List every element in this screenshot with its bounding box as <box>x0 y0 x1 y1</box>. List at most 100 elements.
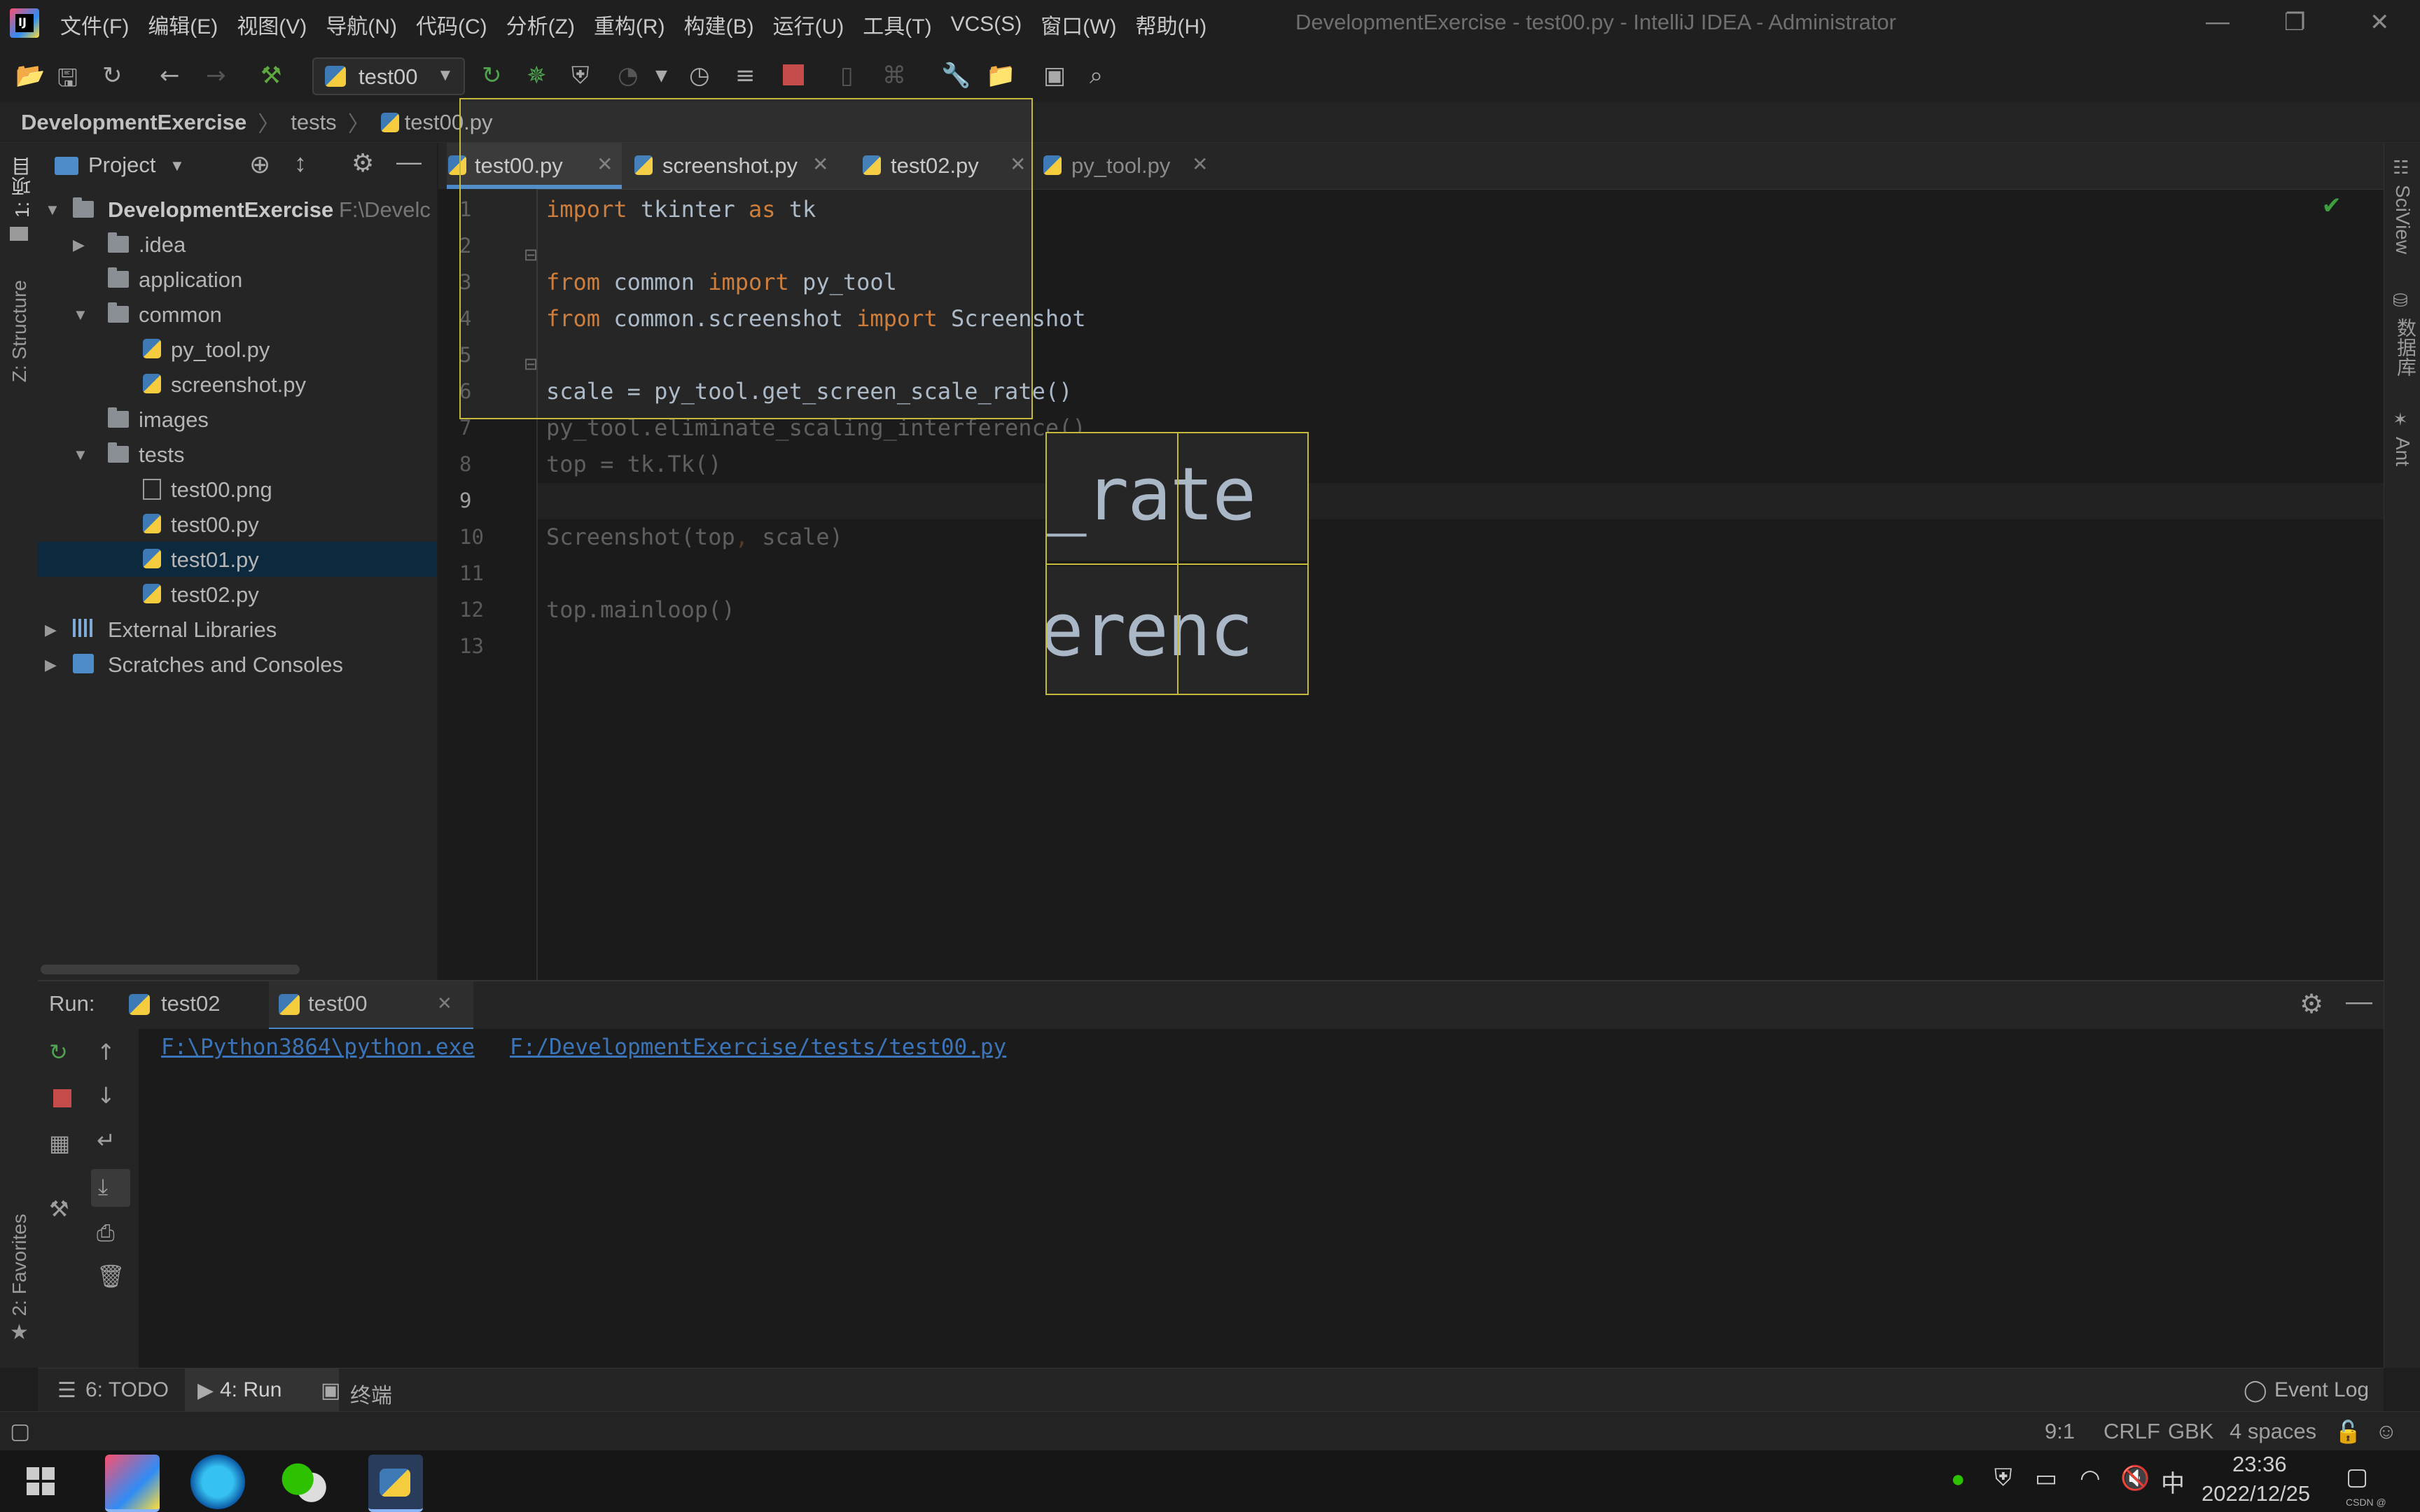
screenshot-selection-rectangle[interactable] <box>459 98 1033 419</box>
scroll-to-end-toggle[interactable]: ⤓ <box>91 1169 130 1207</box>
tree-item-root[interactable]: ▼ DevelopmentExercise F:\Develc <box>38 192 437 227</box>
device-icon[interactable]: ▯ <box>840 62 854 90</box>
soft-wrap-icon[interactable]: ↵ <box>97 1127 116 1154</box>
menu-code[interactable]: 代码(C) <box>416 9 487 40</box>
toggle-tool-windows-icon[interactable]: ▢ <box>10 1419 30 1444</box>
menu-window[interactable]: 窗口(W) <box>1041 9 1116 40</box>
console-script-link[interactable]: F:/DevelopmentExercise/tests/test00.py <box>510 1035 1006 1060</box>
tree-item-idea[interactable]: ▶ .idea <box>38 227 437 262</box>
gear-icon[interactable]: ⚙ <box>352 148 374 178</box>
sciview-tool-tab[interactable]: SciView <box>2391 185 2414 254</box>
concurrency-icon[interactable]: ◷ <box>689 62 710 90</box>
layout-icon[interactable]: ▦ <box>49 1130 70 1156</box>
project-structure-icon[interactable]: 📁 <box>986 62 1015 90</box>
project-tool-tab[interactable]: 1: 项目 <box>8 157 36 218</box>
menu-vcs[interactable]: VCS(S) <box>951 13 1022 36</box>
tree-item-test02-py[interactable]: test02.py <box>38 577 437 612</box>
menu-build[interactable]: 构建(B) <box>684 9 754 40</box>
rerun-icon[interactable]: ↻ <box>482 62 502 90</box>
ant-tool-tab[interactable]: Ant <box>2391 437 2414 466</box>
coverage-shield-icon[interactable]: ⛨ <box>571 62 590 90</box>
project-view-label[interactable]: Project <box>88 153 155 178</box>
forward-icon[interactable]: → <box>206 62 226 90</box>
battery-icon[interactable]: ▭ <box>2035 1464 2057 1492</box>
python-app-taskbar-icon[interactable] <box>368 1455 423 1512</box>
windows-start-icon[interactable] <box>27 1467 55 1495</box>
line-separator[interactable]: CRLF <box>2103 1419 2160 1444</box>
breadcrumb-project[interactable]: DevelopmentExercise <box>21 110 246 135</box>
tree-item-scratches[interactable]: ▶ Scratches and Consoles <box>38 647 437 682</box>
wifi-icon[interactable]: ◠ <box>2080 1464 2101 1492</box>
tree-item-external-libraries[interactable]: ▶ External Libraries <box>38 612 437 647</box>
security-shield-icon[interactable]: ⛨ <box>1994 1464 2012 1492</box>
tree-item-test00-py[interactable]: test00.py <box>38 507 437 542</box>
notification-icon[interactable]: ▢ <box>2346 1463 2368 1491</box>
hide-panel-icon[interactable]: — <box>396 147 422 176</box>
expand-arrow-icon[interactable]: ▼ <box>73 306 88 324</box>
menu-tools[interactable]: 工具(T) <box>863 9 931 40</box>
settings-wrench-icon[interactable]: 🔧 <box>941 62 971 90</box>
run-configuration-select[interactable]: test00 ▼ <box>312 57 465 95</box>
wechat-tray-icon[interactable]: ● <box>1951 1466 1966 1493</box>
stop-icon[interactable] <box>783 64 804 85</box>
chevron-down-icon[interactable]: ▼ <box>169 157 185 175</box>
caret-position[interactable]: 9:1 <box>2045 1419 2075 1444</box>
volume-muted-icon[interactable]: 🔇 <box>2120 1464 2150 1492</box>
save-icon[interactable]: 🖫 <box>57 62 78 102</box>
scroll-down-icon[interactable]: ↓ <box>97 1082 116 1109</box>
code-line-12[interactable]: top.mainloop() <box>546 596 735 623</box>
intellij-taskbar-icon[interactable] <box>105 1455 160 1512</box>
close-tab-icon[interactable]: ✕ <box>1192 153 1208 176</box>
tree-item-test00-png[interactable]: test00.png <box>38 472 437 507</box>
tree-item-images[interactable]: images <box>38 402 437 437</box>
tab-py-tool[interactable]: py_tool.py ✕ <box>1043 143 1218 189</box>
search-icon[interactable]: ⌕ <box>1090 62 1103 90</box>
console-exe-link[interactable]: F:\Python3864\python.exe <box>161 1035 475 1060</box>
close-tab-icon[interactable]: ✕ <box>437 993 452 1014</box>
back-icon[interactable]: ← <box>160 62 180 90</box>
expand-arrow-icon[interactable]: ▶ <box>73 236 85 254</box>
tree-item-application[interactable]: application <box>38 262 437 297</box>
debug-bug-icon[interactable]: ✵ <box>527 62 547 90</box>
tree-item-common[interactable]: ▼ common <box>38 297 437 332</box>
event-log-tool-tab[interactable]: Event Log <box>2274 1378 2369 1402</box>
lock-icon[interactable]: 🔓 <box>2335 1419 2362 1445</box>
pin-icon[interactable]: ⚒ <box>49 1196 69 1222</box>
structure-tool-tab[interactable]: Z: Structure <box>8 280 31 382</box>
clock-date[interactable]: 2022/12/25 <box>2202 1481 2310 1506</box>
breadcrumb-folder[interactable]: tests <box>291 110 336 135</box>
minimize-icon[interactable]: — <box>2206 8 2230 36</box>
attach-icon[interactable]: ⌘ <box>882 62 906 90</box>
expand-arrow-icon[interactable]: ▼ <box>73 446 88 464</box>
menu-help[interactable]: 帮助(H) <box>1136 9 1207 40</box>
indent-setting[interactable]: 4 spaces <box>2230 1419 2316 1444</box>
run-tab-test00[interactable]: test00 ✕ <box>269 981 473 1030</box>
menu-edit[interactable]: 编辑(E) <box>148 9 218 40</box>
locate-target-icon[interactable]: ⊕ <box>249 150 270 179</box>
todo-tool-tab[interactable]: 6: TODO <box>85 1378 169 1402</box>
hide-panel-icon[interactable]: — <box>2346 987 2372 1017</box>
tree-item-tests[interactable]: ▼ tests <box>38 437 437 472</box>
expand-arrow-icon[interactable]: ▼ <box>45 201 60 219</box>
menu-run[interactable]: 运行(U) <box>773 9 844 40</box>
sync-icon[interactable]: ↻ <box>102 62 123 90</box>
favorites-tool-tab[interactable]: 2: Favorites <box>8 1214 31 1316</box>
menu-view[interactable]: 视图(V) <box>237 9 307 40</box>
menu-analyze[interactable]: 分析(Z) <box>506 9 575 40</box>
profile-dropdown-icon[interactable]: ▼ <box>655 67 667 85</box>
profile-icon[interactable]: ◔ <box>618 62 639 90</box>
build-hammer-icon[interactable]: ⚒ <box>260 62 281 90</box>
run-file-icon[interactable]: ≡ <box>735 62 756 90</box>
run-tab-test02[interactable]: test02 <box>161 991 220 1016</box>
inspector-icon[interactable]: ☺ <box>2375 1419 2398 1444</box>
rerun-icon[interactable]: ↻ <box>49 1039 68 1065</box>
expand-arrow-icon[interactable]: ▶ <box>45 621 57 639</box>
collapse-all-icon[interactable]: ↕ <box>294 148 307 178</box>
gear-icon[interactable]: ⚙ <box>2300 988 2323 1020</box>
file-encoding[interactable]: GBK <box>2168 1419 2213 1444</box>
expand-arrow-icon[interactable]: ▶ <box>45 656 57 674</box>
restore-icon[interactable]: ❐ <box>2284 8 2305 36</box>
clock-time[interactable]: 23:36 <box>2232 1452 2287 1477</box>
close-icon[interactable]: ✕ <box>2370 8 2390 36</box>
terminal-window-icon[interactable]: ▣ <box>1043 62 1066 90</box>
